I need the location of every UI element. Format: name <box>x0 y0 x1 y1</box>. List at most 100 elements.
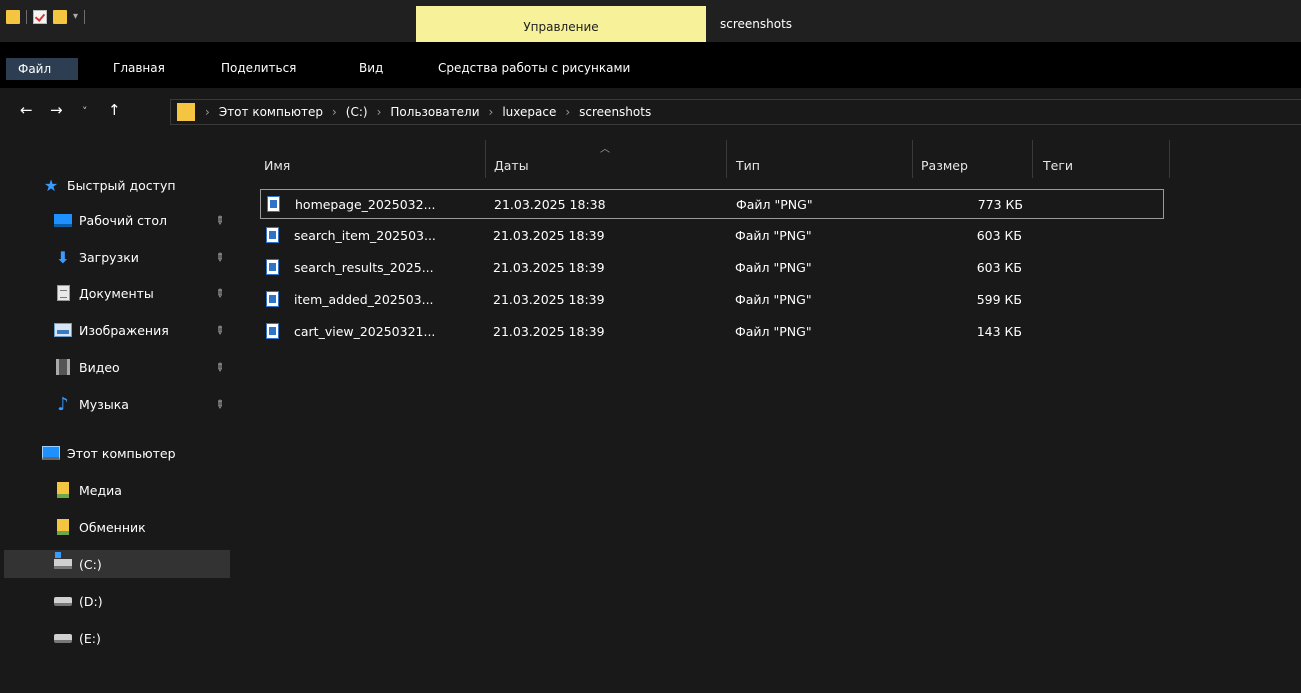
folder-icon <box>177 103 195 121</box>
desktop-icon-wrap <box>54 212 72 228</box>
file-row[interactable]: search_results_2025... 21.03.2025 18:39 … <box>260 253 1164 283</box>
sidebar-item-quick-access[interactable]: ★ Быстрый доступ <box>42 171 232 199</box>
new-folder-icon[interactable] <box>53 10 67 24</box>
column-divider[interactable] <box>726 140 727 178</box>
recent-locations-chevron-icon[interactable]: ˅ <box>82 104 88 120</box>
tab-share[interactable]: Поделиться <box>221 61 296 75</box>
sidebar-item-pictures[interactable]: Изображения ✎ <box>54 316 232 344</box>
sidebar-item-label: Видео <box>79 359 120 375</box>
sidebar-item-label: Изображения <box>79 322 169 338</box>
file-name: cart_view_20250321... <box>294 324 436 339</box>
sidebar-item-desktop[interactable]: Рабочий стол ✎ <box>54 206 232 234</box>
star-icon: ★ <box>43 175 59 195</box>
file-row[interactable]: item_added_202503... 21.03.2025 18:39 Фа… <box>260 285 1164 315</box>
file-name: search_item_202503... <box>294 228 436 243</box>
file-date: 21.03.2025 18:38 <box>494 197 606 212</box>
sidebar-item-label: Рабочий стол <box>79 212 167 228</box>
breadcrumb-drive-c[interactable]: (C:) <box>346 105 368 119</box>
breadcrumb-this-pc[interactable]: Этот компьютер <box>219 105 323 119</box>
contextual-tab-manage[interactable]: Управление <box>416 6 706 42</box>
pin-icon[interactable]: ✎ <box>212 396 228 412</box>
address-row: ← → ˅ ↑ › Этот компьютер › (C:) › Пользо… <box>0 88 1301 134</box>
breadcrumb-screenshots[interactable]: screenshots <box>579 105 651 119</box>
pin-icon[interactable]: ✎ <box>212 285 228 301</box>
column-header-type[interactable]: Тип <box>736 158 760 173</box>
file-type: Файл "PNG" <box>735 228 812 243</box>
png-file-icon <box>267 196 280 212</box>
network-share-icon-wrap <box>54 482 72 498</box>
chevron-down-icon[interactable]: ▾ <box>73 10 78 24</box>
file-type: Файл "PNG" <box>735 292 812 307</box>
column-header-date[interactable]: Даты <box>494 158 529 173</box>
navigation-pane: ★ Быстрый доступ Рабочий стол ✎ ⬇ Загруз… <box>0 134 232 693</box>
column-header-name[interactable]: Имя <box>264 158 290 173</box>
sidebar-item-video[interactable]: Видео ✎ <box>54 353 232 381</box>
pin-icon[interactable]: ✎ <box>212 322 228 338</box>
tab-view[interactable]: Вид <box>359 61 383 75</box>
video-icon <box>56 359 70 375</box>
column-divider[interactable] <box>485 140 486 178</box>
sidebar-item-label: (E:) <box>79 630 101 646</box>
sidebar-item-drive-d[interactable]: (D:) <box>54 587 232 615</box>
column-divider[interactable] <box>912 140 913 178</box>
file-type: Файл "PNG" <box>735 324 812 339</box>
sidebar-item-label: (C:) <box>79 556 102 572</box>
sidebar-item-exchange[interactable]: Обменник <box>54 513 232 541</box>
computer-icon-wrap <box>42 445 60 461</box>
file-type: Файл "PNG" <box>735 260 812 275</box>
sidebar-item-label: Загрузки <box>79 249 139 265</box>
pin-icon[interactable]: ✎ <box>212 249 228 265</box>
column-divider[interactable] <box>1032 140 1033 178</box>
toolbar-separator <box>26 10 27 24</box>
sidebar-item-drive-e[interactable]: (E:) <box>54 624 232 652</box>
sidebar-item-drive-c[interactable]: (C:) <box>4 550 230 578</box>
sidebar-item-music[interactable]: ♪ Музыка ✎ <box>54 390 232 418</box>
pin-icon[interactable]: ✎ <box>212 359 228 375</box>
forward-arrow-icon[interactable]: → <box>50 102 63 118</box>
window-title: screenshots <box>720 17 793 31</box>
breadcrumb-separator-icon[interactable]: › <box>377 105 382 119</box>
sidebar-item-downloads[interactable]: ⬇ Загрузки ✎ <box>54 243 232 271</box>
pin-icon[interactable]: ✎ <box>212 212 228 228</box>
file-row[interactable]: cart_view_20250321... 21.03.2025 18:39 Ф… <box>260 317 1164 347</box>
file-name: homepage_2025032... <box>295 197 436 212</box>
properties-icon[interactable] <box>33 10 47 24</box>
breadcrumb-separator-icon[interactable]: › <box>205 105 210 119</box>
network-share-icon <box>57 482 69 498</box>
file-name: search_results_2025... <box>294 260 434 275</box>
file-size: 599 КБ <box>976 292 1022 307</box>
tab-home[interactable]: Главная <box>113 61 165 75</box>
sidebar-item-documents[interactable]: Документы ✎ <box>54 279 232 307</box>
png-file-icon <box>266 227 279 243</box>
ribbon-tabs: Файл Главная Поделиться Вид Средства раб… <box>0 42 1301 88</box>
tab-file[interactable]: Файл <box>6 58 78 80</box>
file-date: 21.03.2025 18:39 <box>493 292 605 307</box>
breadcrumb-separator-icon[interactable]: › <box>489 105 494 119</box>
up-arrow-icon[interactable]: ↑ <box>108 102 121 118</box>
sidebar-item-this-pc[interactable]: Этот компьютер <box>42 439 232 467</box>
file-row[interactable]: search_item_202503... 21.03.2025 18:39 Ф… <box>260 221 1164 251</box>
tab-picture-tools[interactable]: Средства работы с рисунками <box>438 61 630 75</box>
breadcrumb-user[interactable]: luxepace <box>502 105 556 119</box>
file-row[interactable]: homepage_2025032... 21.03.2025 18:38 Фай… <box>260 189 1164 219</box>
file-size: 143 КБ <box>976 324 1022 339</box>
drive-icon-wrap <box>54 593 72 609</box>
breadcrumb-separator-icon[interactable]: › <box>332 105 337 119</box>
address-bar[interactable]: › Этот компьютер › (C:) › Пользователи ›… <box>170 99 1301 125</box>
column-header-size[interactable]: Размер <box>921 158 968 173</box>
file-size: 603 КБ <box>976 228 1022 243</box>
documents-icon <box>56 285 70 301</box>
column-divider[interactable] <box>1169 140 1170 178</box>
sidebar-item-label: Медиа <box>79 482 122 498</box>
sidebar-item-label: Быстрый доступ <box>67 177 176 193</box>
sidebar-item-media[interactable]: Медиа <box>54 476 232 504</box>
breadcrumb-users[interactable]: Пользователи <box>390 105 479 119</box>
drive-icon-wrap <box>54 630 72 646</box>
breadcrumb-separator-icon[interactable]: › <box>565 105 570 119</box>
file-size: 773 КБ <box>977 197 1023 212</box>
music-icon: ♪ <box>57 393 69 415</box>
windows-drive-icon <box>54 552 72 569</box>
column-header-tags[interactable]: Теги <box>1043 158 1073 173</box>
video-icon-wrap <box>54 359 72 375</box>
back-arrow-icon[interactable]: ← <box>20 102 33 118</box>
